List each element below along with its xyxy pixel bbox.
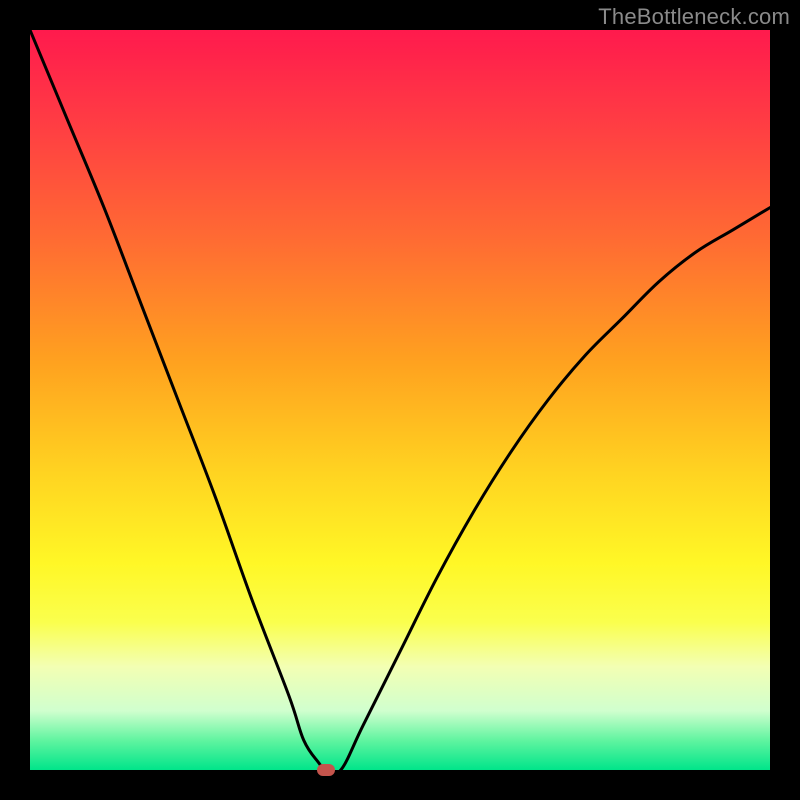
watermark-text: TheBottleneck.com <box>598 4 790 30</box>
bottleneck-curve <box>30 30 770 770</box>
plot-area <box>30 30 770 770</box>
chart-frame: TheBottleneck.com <box>0 0 800 800</box>
optimal-point-marker <box>317 764 335 776</box>
